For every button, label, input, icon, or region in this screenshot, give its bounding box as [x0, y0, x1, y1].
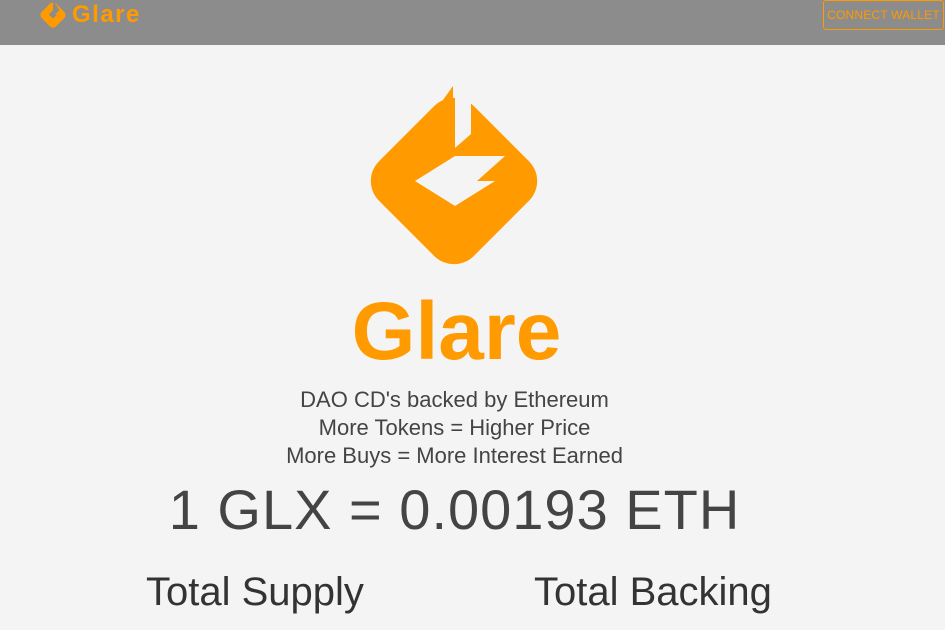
token-price: 1 GLX = 0.00193 ETH — [168, 478, 741, 541]
brand-name: Glare — [72, 1, 141, 28]
hero-title: Glare — [351, 286, 562, 377]
top-navbar: Glare CONNECT WALLET — [0, 0, 945, 45]
total-backing-label: Total Backing — [534, 570, 772, 614]
tagline-2: More Tokens = Higher Price — [318, 415, 591, 440]
total-supply-label: Total Supply — [146, 570, 364, 614]
tagline-1: DAO CD's backed by Ethereum — [300, 387, 609, 412]
tagline-3: More Buys = More Interest Earned — [286, 443, 623, 468]
brand-home-link[interactable]: Glare — [38, 0, 141, 30]
glare-hero-logo-icon — [359, 86, 549, 276]
connect-wallet-button[interactable]: CONNECT WALLET — [823, 0, 944, 30]
glare-logo-icon — [38, 0, 68, 30]
